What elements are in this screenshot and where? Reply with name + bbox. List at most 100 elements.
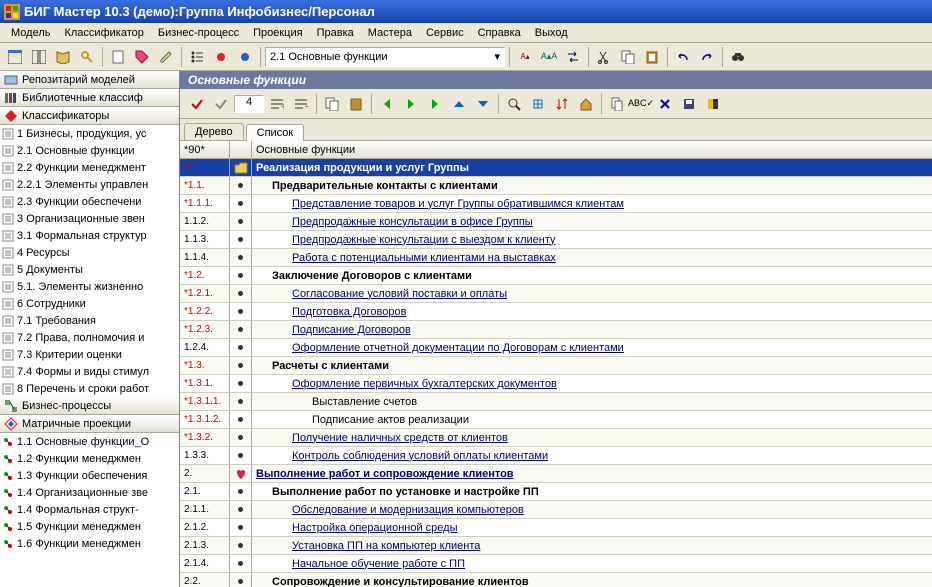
find-icon[interactable] (503, 93, 525, 115)
toolbar-paste-icon[interactable] (641, 46, 663, 68)
sidebar-section-matrix[interactable]: Матричные проекции (0, 415, 179, 433)
toolbar-red-dot-icon[interactable] (210, 46, 232, 68)
row-text[interactable]: Подготовка Договоров (292, 306, 406, 318)
toolbar-swap-icon[interactable] (562, 46, 584, 68)
table-row[interactable]: *1.1.1.Представление товаров и услуг Гру… (180, 195, 932, 213)
row-text[interactable]: Предпродажные консультации с выездом к к… (292, 234, 556, 246)
table-row[interactable]: 1.1.2.Предпродажные консультации в офисе… (180, 213, 932, 231)
row-text[interactable]: Получение наличных средств от клиентов (292, 432, 508, 444)
row-text[interactable]: Оформление первичных бухгалтерских докум… (292, 378, 557, 390)
table-row[interactable]: 1.2.4.Оформление отчетной документации п… (180, 339, 932, 357)
sidebar-section-classifiers[interactable]: Классификаторы (0, 107, 179, 125)
table-row[interactable]: 2.1.Выполнение работ по установке и наст… (180, 483, 932, 501)
toolbar-cut-icon[interactable] (593, 46, 615, 68)
toolbar-bullets-icon[interactable] (186, 46, 208, 68)
check-gray-icon[interactable] (210, 93, 232, 115)
tree-item[interactable]: 7.3 Критерии оценки (0, 346, 179, 363)
arrow-down-blue-icon[interactable] (472, 93, 494, 115)
menu-service[interactable]: Сервис (419, 25, 471, 41)
tree-item[interactable]: 7.4 Формы и виды стимул (0, 363, 179, 380)
row-text[interactable]: Настройка операционной среды (292, 522, 457, 534)
tree-item[interactable]: 2.2.1 Элементы управлен (0, 176, 179, 193)
tree-item[interactable]: 1.2 Функции менеджмен (0, 450, 179, 467)
table-row[interactable]: *1.3.1.Оформление первичных бухгалтерски… (180, 375, 932, 393)
tree-item[interactable]: 8 Перечень и сроки работ (0, 380, 179, 397)
tree-item[interactable]: 2.2 Функции менеджмент (0, 159, 179, 176)
tree-item[interactable]: 4 Ресурсы (0, 244, 179, 261)
filter-icon[interactable] (527, 93, 549, 115)
toolbar-split-icon[interactable] (28, 46, 50, 68)
tab-list[interactable]: Список (246, 124, 305, 141)
table-row[interactable]: *1.2.Заключение Договоров с клиентами (180, 267, 932, 285)
save-icon[interactable] (678, 93, 700, 115)
table-row[interactable]: *1.3.Расчеты с клиентами (180, 357, 932, 375)
table-row[interactable]: 2.Выполнение работ и сопровождение клиен… (180, 465, 932, 483)
table-row[interactable]: 1.1.4.Работа с потенциальными клиентами … (180, 249, 932, 267)
sort-icon[interactable] (551, 93, 573, 115)
row-text[interactable]: Оформление отчетной документации по Дого… (292, 342, 624, 354)
table-row[interactable]: *1.2.3.Подписание Договоров (180, 321, 932, 339)
row-text[interactable]: Начальное обучение работе с ПП (292, 558, 465, 570)
sidebar-section-bizproc[interactable]: Бизнес-процессы (0, 397, 179, 415)
tree-item[interactable]: 1.4 Формальная структ- (0, 501, 179, 518)
menu-masters[interactable]: Мастера (361, 25, 419, 41)
toolbar-binoculars-icon[interactable] (727, 46, 749, 68)
row-text[interactable]: Контроль соблюдения условий оплаты клиен… (292, 450, 548, 462)
sidebar-section-libclass[interactable]: Библиотечные классиф (0, 89, 179, 107)
tree-item[interactable]: 2.3 Функции обеспечени (0, 193, 179, 210)
col-icon-header[interactable] (230, 141, 252, 158)
tree-item[interactable]: 5 Документы (0, 261, 179, 278)
menu-edit[interactable]: Правка (310, 25, 361, 41)
tree-item[interactable]: 3.1 Формальная структур (0, 227, 179, 244)
table-row[interactable]: *1.3.1.1.Выставление счетов (180, 393, 932, 411)
table-row[interactable]: 2.1.3.Установка ПП на компьютер клиента (180, 537, 932, 555)
row-text[interactable]: Установка ПП на компьютер клиента (292, 540, 480, 552)
menu-help[interactable]: Справка (471, 25, 528, 41)
add-row-icon[interactable]: + (266, 93, 288, 115)
tree-item[interactable]: 1.1 Основные функции_О (0, 433, 179, 450)
toolbar-font-small-icon[interactable]: A▴ (514, 46, 536, 68)
toolbar-key-icon[interactable] (76, 46, 98, 68)
row-text[interactable]: Представление товаров и услуг Группы обр… (292, 198, 624, 210)
menu-projection[interactable]: Проекция (246, 25, 309, 41)
row-text[interactable]: Предпродажные консультации в офисе Групп… (292, 216, 533, 228)
row-text[interactable]: Выполнение работ и сопровождение клиенто… (256, 468, 514, 480)
table-row[interactable]: 2.1.4.Начальное обучение работе с ПП (180, 555, 932, 573)
del-row-icon[interactable]: − (290, 93, 312, 115)
table-row[interactable]: 2.1.1.Обследование и модернизация компью… (180, 501, 932, 519)
toolbar-book-icon[interactable] (52, 46, 74, 68)
row-text[interactable]: Работа с потенциальными клиентами на выс… (292, 252, 556, 264)
table-row[interactable]: 1.1.3.Предпродажные консультации с выезд… (180, 231, 932, 249)
row-text[interactable]: Согласование условий поставки и оплаты (292, 288, 507, 300)
tree-item[interactable]: 1.6 Функции менеджмен (0, 535, 179, 552)
check-red-icon[interactable] (186, 93, 208, 115)
table-row[interactable]: *1.2.2.Подготовка Договоров (180, 303, 932, 321)
spellcheck-icon[interactable]: ABC✓ (630, 93, 652, 115)
menu-bizprocess[interactable]: Бизнес-процесс (151, 25, 246, 41)
arrow-left-green-icon[interactable] (376, 93, 398, 115)
x-icon[interactable] (654, 93, 676, 115)
tree-item[interactable]: 1.5 Функции менеджмен (0, 518, 179, 535)
tree-item[interactable]: 7.1 Требования (0, 312, 179, 329)
arrow-right-green2-icon[interactable] (424, 93, 446, 115)
toolbar-doc-icon[interactable] (107, 46, 129, 68)
col-num-header[interactable]: *90* (180, 141, 230, 158)
row-text[interactable]: Обследование и модернизация компьютеров (292, 504, 524, 516)
table-row[interactable]: *1.3.1.2.Подписание актов реализации (180, 411, 932, 429)
classifier-combo[interactable]: 2.1 Основные функции ▾ (265, 47, 505, 67)
tree-item[interactable]: 5.1. Элементы жизненно (0, 278, 179, 295)
table-row[interactable]: 2.2.Сопровождение и консультирование кли… (180, 573, 932, 587)
sidebar-section-repository[interactable]: Репозитарий моделей (0, 71, 179, 89)
table-row[interactable]: 1.3.3.Контроль соблюдения условий оплаты… (180, 447, 932, 465)
copy-icon[interactable] (321, 93, 343, 115)
tree-item[interactable]: 6 Сотрудники (0, 295, 179, 312)
toolbar-blue-dot-icon[interactable] (234, 46, 256, 68)
toolbar-undo-icon[interactable] (672, 46, 694, 68)
toolbar-font-mid-icon[interactable]: A▴A (538, 46, 560, 68)
docs-icon[interactable] (606, 93, 628, 115)
row-text[interactable]: Подписание Договоров (292, 324, 411, 336)
table-row[interactable]: *1.1.Предварительные контакты с клиентам… (180, 177, 932, 195)
tab-tree[interactable]: Дерево (184, 123, 244, 140)
table-row[interactable]: *1.3.2.Получение наличных средств от кли… (180, 429, 932, 447)
arrow-right-green-icon[interactable] (400, 93, 422, 115)
